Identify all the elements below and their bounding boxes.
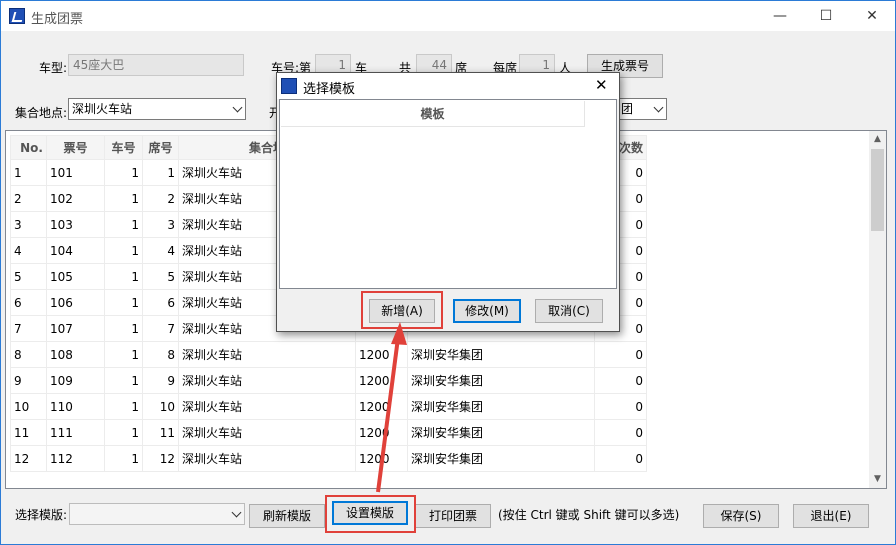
arrow-shaft <box>376 337 400 493</box>
annotation-arrow <box>376 322 407 493</box>
arrow-head <box>391 322 407 345</box>
